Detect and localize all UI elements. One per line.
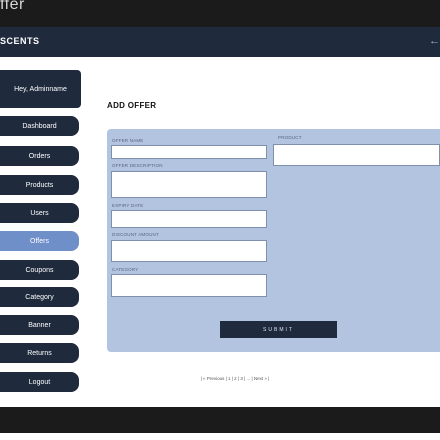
offer-description-input[interactable] <box>111 171 267 198</box>
sidebar-item-returns[interactable]: Returns <box>0 343 79 363</box>
sidebar-item-logout[interactable]: Logout <box>0 372 79 392</box>
sidebar-item-dashboard[interactable]: Dashboard <box>0 116 79 136</box>
sidebar-item-users[interactable]: Users <box>0 203 79 223</box>
discount-amount-label: DISCOUNT AMOUNT <box>112 232 159 237</box>
expiry-date-label: EXPIRY DATE <box>112 203 144 208</box>
pagination[interactable]: | « Previous | 1 | 2 | 3 | ... | Next » … <box>0 376 440 381</box>
sidebar-item-banner[interactable]: Banner <box>0 315 79 335</box>
sidebar-item-category[interactable]: Category <box>0 287 79 307</box>
app-header: SCENTS ← <box>0 27 440 57</box>
sidebar-item-products[interactable]: Products <box>0 175 79 195</box>
expiry-date-input[interactable] <box>111 210 267 228</box>
sidebar-item-coupons[interactable]: Coupons <box>0 260 79 280</box>
product-label: PRODUCT <box>278 135 302 140</box>
window-title: ffer <box>0 0 25 13</box>
submit-button[interactable]: SUBMIT <box>220 321 337 338</box>
sidebar-item-orders[interactable]: Orders <box>0 146 79 166</box>
window-title-bar: ffer <box>0 0 440 27</box>
offer-description-label: OFFER DESCRIPTION <box>112 163 163 168</box>
offer-name-label: OFFER NAME <box>112 138 144 143</box>
category-input[interactable] <box>111 274 267 297</box>
admin-greeting: Hey, Adminname <box>0 70 81 108</box>
product-input[interactable] <box>273 144 440 166</box>
page-title: ADD OFFER <box>107 101 157 110</box>
offer-name-input[interactable] <box>111 145 267 159</box>
footer-bar <box>0 407 440 433</box>
sidebar-item-offers[interactable]: Offers <box>0 231 79 251</box>
back-arrow-icon[interactable]: ← <box>429 35 440 47</box>
brand-logo[interactable]: SCENTS <box>0 36 40 46</box>
category-label: CATEGORY <box>112 267 139 272</box>
discount-amount-input[interactable] <box>111 240 267 262</box>
